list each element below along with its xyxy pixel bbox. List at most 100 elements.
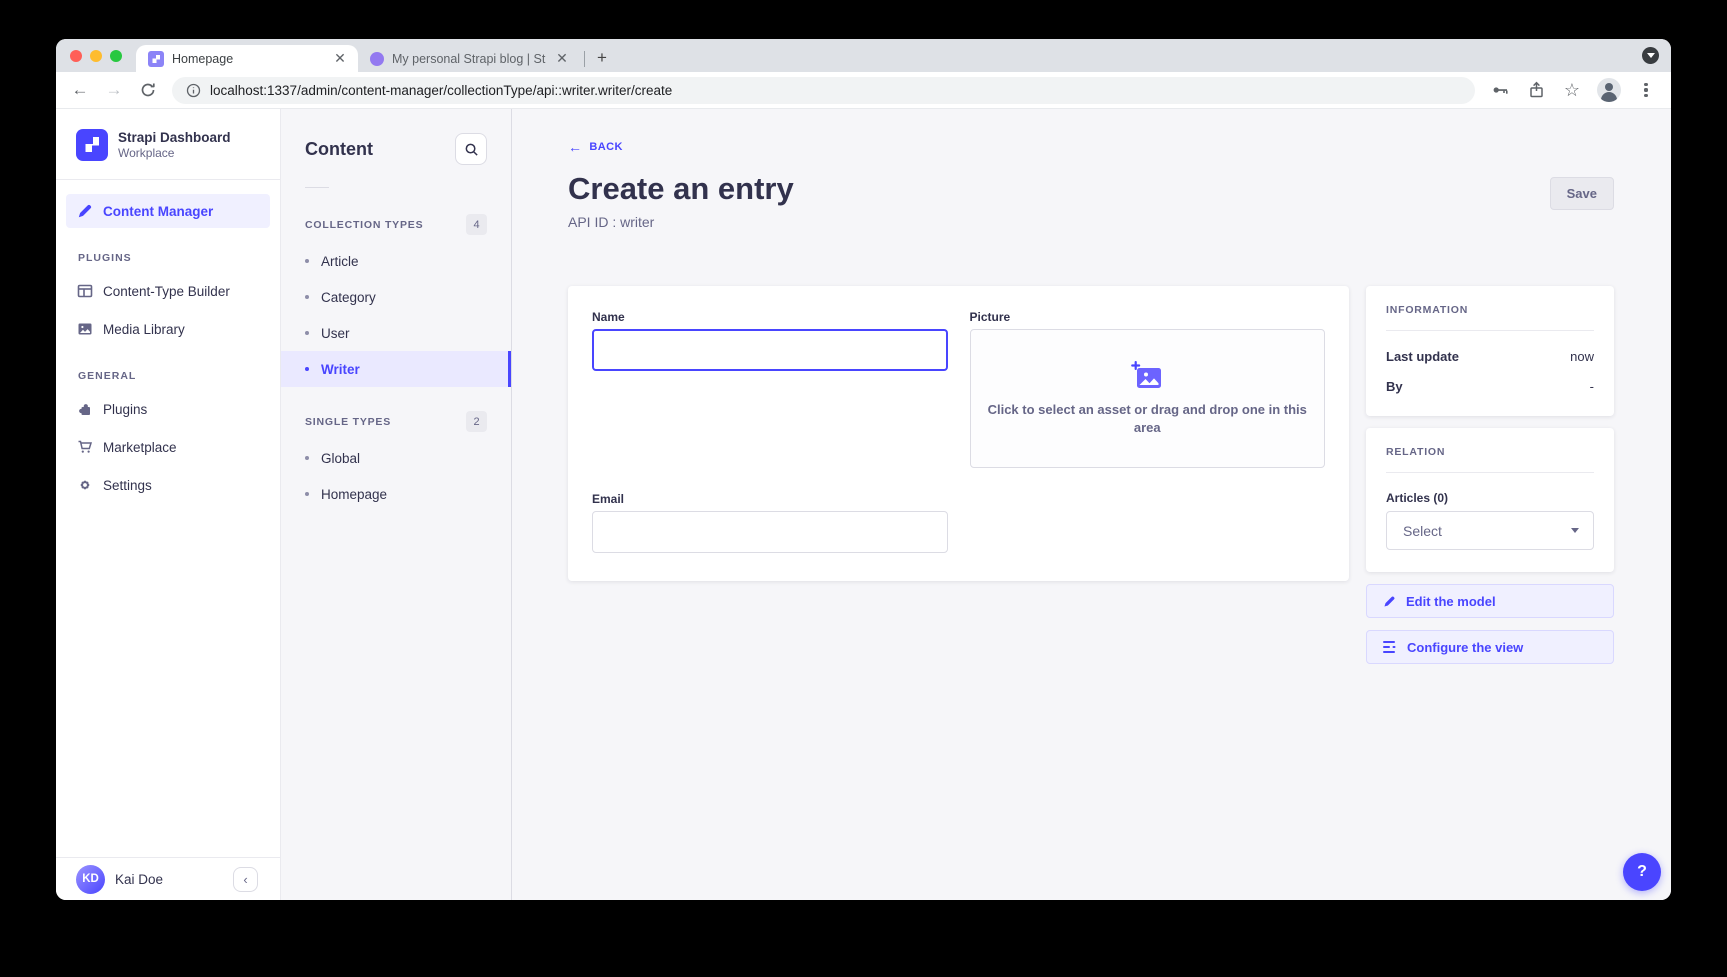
profile-avatar-icon[interactable]: [1597, 78, 1621, 102]
sidebar-item-content-manager[interactable]: Content Manager: [66, 194, 270, 228]
address-bar[interactable]: localhost:1337/admin/content-manager/col…: [172, 77, 1475, 104]
email-input[interactable]: [592, 511, 948, 553]
relation-title: RELATION: [1386, 446, 1594, 458]
sidebar-nav: Content Manager PLUGINS Content-Type Bui…: [56, 180, 280, 506]
information-title: INFORMATION: [1386, 304, 1594, 316]
share-icon[interactable]: [1525, 79, 1547, 101]
sidebar-item-label: Settings: [103, 478, 152, 493]
collection-item-label: Article: [321, 254, 359, 269]
new-tab-button[interactable]: +: [589, 45, 615, 71]
collection-item-writer[interactable]: Writer: [281, 351, 511, 387]
sidebar-item-settings[interactable]: Settings: [66, 468, 270, 502]
site-info-icon[interactable]: [186, 83, 201, 98]
sidebar-section-plugins: PLUGINS: [66, 232, 270, 274]
sidebar-item-content-type-builder[interactable]: Content-Type Builder: [66, 274, 270, 308]
browser-menu-icon[interactable]: [1635, 79, 1657, 101]
sidebar-item-label: Media Library: [103, 322, 185, 337]
back-link[interactable]: ← BACK: [568, 139, 623, 155]
group-label: COLLECTION TYPES: [305, 219, 423, 231]
sidebar-spacer: [56, 506, 280, 857]
email-field-group: Email: [592, 492, 948, 553]
information-card: INFORMATION Last update now By -: [1366, 286, 1614, 416]
count-badge: 2: [466, 411, 487, 432]
sidebar-item-plugins[interactable]: Plugins: [66, 392, 270, 426]
sidebar-item-label: Content Manager: [103, 204, 213, 219]
back-icon[interactable]: ←: [70, 80, 90, 100]
gear-icon: [76, 477, 93, 494]
bullet-icon: [305, 492, 309, 496]
chevron-down-icon: [1571, 528, 1579, 533]
add-image-icon: [1130, 361, 1164, 391]
close-tab-icon[interactable]: ✕: [332, 51, 348, 67]
picture-label: Picture: [970, 310, 1326, 324]
articles-relation-label: Articles (0): [1386, 491, 1594, 505]
password-key-icon[interactable]: [1489, 79, 1511, 101]
save-button[interactable]: Save: [1550, 177, 1614, 210]
kv-value: -: [1590, 379, 1594, 394]
tab-title: Homepage: [172, 52, 324, 66]
sidebar-item-media-library[interactable]: Media Library: [66, 312, 270, 346]
collection-item-label: User: [321, 326, 350, 341]
single-item-label: Global: [321, 451, 360, 466]
count-badge: 4: [466, 214, 487, 235]
edit-model-button[interactable]: Edit the model: [1366, 584, 1614, 618]
collection-item-user[interactable]: User: [281, 315, 511, 351]
configure-view-button[interactable]: Configure the view: [1366, 630, 1614, 664]
bookmark-star-icon[interactable]: ☆: [1561, 79, 1583, 101]
picture-dropzone[interactable]: Click to select an asset or drag and dro…: [970, 329, 1326, 468]
subnav-title: Content: [305, 139, 373, 160]
edit-model-label: Edit the model: [1406, 594, 1496, 609]
meta-column: INFORMATION Last update now By -: [1366, 286, 1614, 664]
back-label: BACK: [589, 141, 622, 153]
kv-label: Last update: [1386, 349, 1459, 364]
sidebar-item-label: Plugins: [103, 402, 147, 417]
browser-toolbar: ← → localhost:1337/admin/content-manager…: [56, 72, 1671, 109]
sidebar-section-general: GENERAL: [66, 350, 270, 392]
minimize-window-button[interactable]: [90, 50, 102, 62]
picture-field-group: Picture Click to select an asset or drag: [970, 310, 1326, 468]
bullet-icon: [305, 259, 309, 263]
collection-item-article[interactable]: Article: [281, 243, 511, 279]
api-id-subtitle: API ID : writer: [568, 214, 794, 230]
single-item-homepage[interactable]: Homepage: [281, 476, 511, 512]
email-label: Email: [592, 492, 948, 506]
close-window-button[interactable]: [70, 50, 82, 62]
close-tab-icon[interactable]: ✕: [554, 51, 570, 67]
reload-icon[interactable]: [138, 80, 158, 100]
content-subnav: Content COLLECTION TYPES 4 Article: [281, 109, 512, 900]
blog-favicon: [370, 52, 384, 66]
browser-window: Homepage ✕ My personal Strapi blog | Str…: [56, 39, 1671, 900]
sidebar-item-marketplace[interactable]: Marketplace: [66, 430, 270, 464]
bullet-icon: [305, 367, 309, 371]
select-placeholder: Select: [1403, 523, 1442, 539]
tab-strapi-blog[interactable]: My personal Strapi blog | Strap ✕: [358, 45, 580, 72]
pencil-icon: [1383, 595, 1396, 608]
avatar[interactable]: KD: [76, 865, 105, 894]
kv-label: By: [1386, 379, 1403, 394]
divider: [305, 187, 329, 188]
search-button[interactable]: [455, 133, 487, 165]
maximize-window-button[interactable]: [110, 50, 122, 62]
collection-item-label: Writer: [321, 362, 360, 377]
help-button[interactable]: ?: [1623, 853, 1661, 891]
name-field-group: Name: [592, 310, 948, 468]
main-sidebar: Strapi Dashboard Workplace Content Manag…: [56, 109, 281, 900]
strapi-logo: [76, 129, 108, 161]
tab-homepage[interactable]: Homepage ✕: [136, 45, 358, 72]
collection-item-category[interactable]: Category: [281, 279, 511, 315]
workspace-brand[interactable]: Strapi Dashboard Workplace: [56, 109, 280, 180]
single-item-global[interactable]: Global: [281, 440, 511, 476]
user-row: KD Kai Doe ‹: [56, 857, 280, 900]
forward-icon[interactable]: →: [104, 80, 124, 100]
divider: [1386, 472, 1594, 473]
group-label: SINGLE TYPES: [305, 416, 391, 428]
window-controls: [56, 39, 136, 72]
name-input[interactable]: [592, 329, 948, 371]
tab-search-button[interactable]: [1642, 47, 1659, 64]
divider: [1386, 330, 1594, 331]
collapse-sidebar-button[interactable]: ‹: [233, 867, 258, 892]
kv-value: now: [1570, 349, 1594, 364]
sidebar-item-label: Marketplace: [103, 440, 177, 455]
sidebar-item-label: Content-Type Builder: [103, 284, 230, 299]
articles-select[interactable]: Select: [1386, 511, 1594, 550]
